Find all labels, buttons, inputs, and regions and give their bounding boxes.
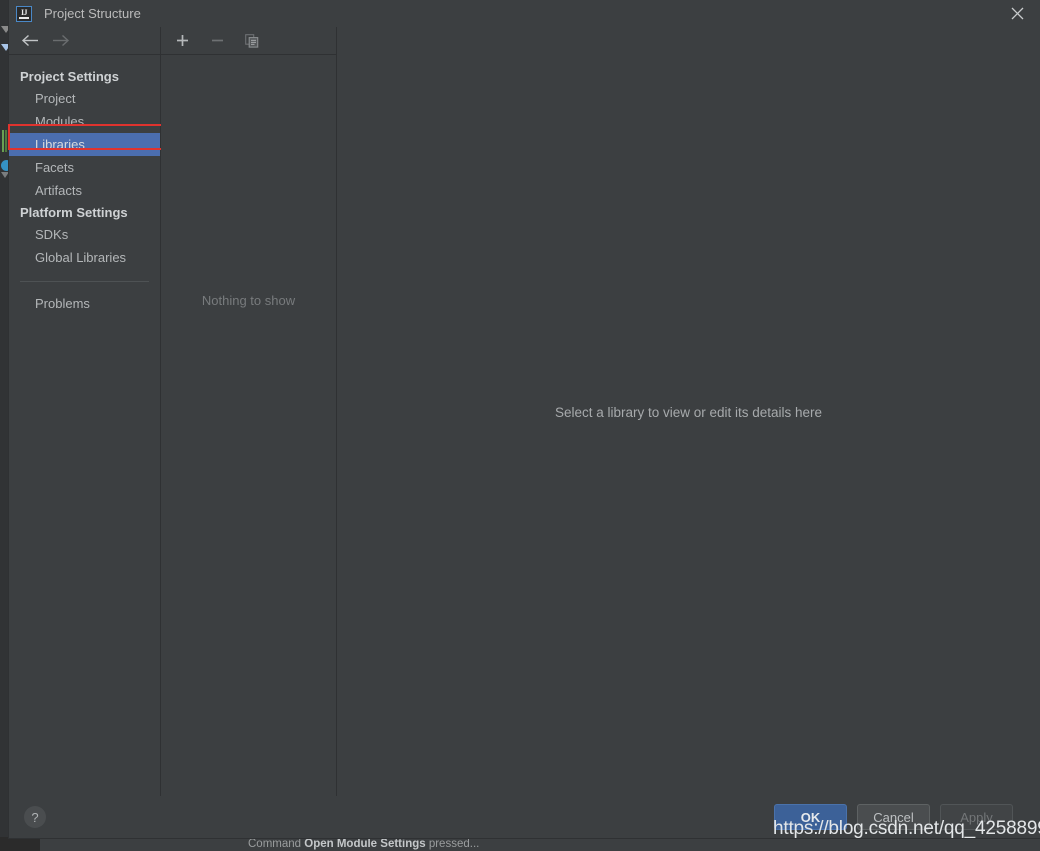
gutter-chevron-icon bbox=[1, 172, 9, 178]
libraries-toolbar bbox=[161, 27, 336, 55]
libraries-empty-message: Nothing to show bbox=[201, 293, 296, 308]
sidebar-nav-bar bbox=[9, 27, 160, 55]
dialog-body: Project Settings Project Modules Librari… bbox=[8, 27, 1040, 796]
sidebar-item-artifacts[interactable]: Artifacts bbox=[9, 179, 160, 202]
sidebar-item-modules[interactable]: Modules bbox=[9, 110, 160, 133]
gutter-change-marker-2 bbox=[5, 130, 7, 152]
intellij-idea-icon: IJ bbox=[16, 5, 32, 22]
minus-icon bbox=[208, 32, 226, 50]
arrow-right-icon bbox=[45, 28, 75, 54]
arrow-left-icon[interactable] bbox=[15, 28, 45, 54]
sidebar-divider bbox=[20, 281, 149, 282]
sidebar-item-project[interactable]: Project bbox=[9, 87, 160, 110]
gutter-change-marker bbox=[2, 130, 4, 152]
ide-left-gutter-strip bbox=[0, 0, 12, 838]
status-prefix: Command bbox=[248, 838, 305, 850]
library-detail-pane: Select a library to view or edit its det… bbox=[337, 27, 1040, 796]
libraries-list-pane: Nothing to show bbox=[161, 27, 337, 796]
settings-nav-tree: Project Settings Project Modules Librari… bbox=[9, 55, 160, 315]
page-title: Project Structure bbox=[44, 6, 141, 21]
settings-sidebar-pane: Project Settings Project Modules Librari… bbox=[8, 27, 167, 796]
close-icon[interactable] bbox=[995, 0, 1040, 27]
sidebar-item-global-libraries[interactable]: Global Libraries bbox=[9, 246, 160, 269]
status-suffix: pressed... bbox=[425, 838, 480, 850]
dialog-title-bar: IJ Project Structure bbox=[9, 0, 1040, 27]
detail-empty-message: Select a library to view or edit its det… bbox=[554, 405, 823, 420]
sidebar-item-problems[interactable]: Problems bbox=[9, 292, 160, 315]
app-icon-text: IJ bbox=[20, 7, 28, 17]
sidebar-item-sdks[interactable]: SDKs bbox=[9, 223, 160, 246]
sidebar-item-libraries[interactable]: Libraries bbox=[9, 133, 160, 156]
nav-group-platform-settings: Platform Settings bbox=[20, 205, 128, 220]
sidebar-item-facets[interactable]: Facets bbox=[9, 156, 160, 179]
help-button[interactable]: ? bbox=[24, 806, 46, 828]
watermark-overlay: https://blog.csdn.net/qq_42588990 bbox=[773, 818, 1040, 839]
ide-bottom-corner bbox=[0, 837, 40, 851]
copy-icon bbox=[243, 32, 261, 50]
status-command: Open Module Settings bbox=[304, 838, 426, 850]
nav-group-project-settings: Project Settings bbox=[20, 69, 119, 84]
plus-icon[interactable] bbox=[173, 32, 191, 50]
project-structure-dialog: IJ Project Structure Project Settings Pr… bbox=[8, 0, 1040, 838]
app-icon-underline bbox=[19, 16, 29, 19]
